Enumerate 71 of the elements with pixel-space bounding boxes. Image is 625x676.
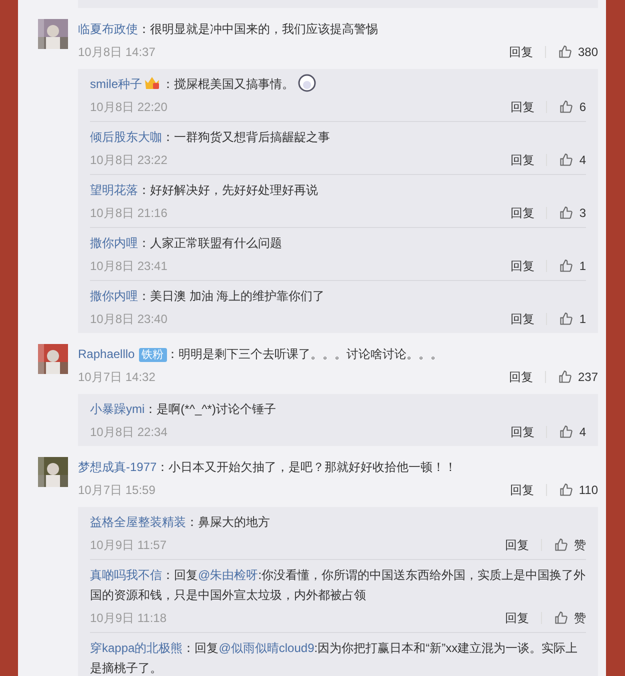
timestamp: 10月7日 14:32 bbox=[78, 369, 156, 386]
like-count[interactable]: 赞 bbox=[574, 608, 586, 628]
timestamp: 10月8日 23:41 bbox=[90, 258, 168, 275]
reply-link[interactable]: 回复 bbox=[510, 150, 534, 170]
like-count[interactable]: 1 bbox=[579, 309, 586, 329]
comment-text: 穿kappa的北极熊：回复@似雨似晴cloud9:因为你把打赢日本和“新”xx建立混为一谈。实际上是摘桃子了。 bbox=[90, 640, 579, 676]
username[interactable]: 撒你内哩 bbox=[90, 236, 138, 250]
username[interactable]: Raphaelllo bbox=[78, 347, 135, 361]
like-count[interactable]: 6 bbox=[579, 97, 586, 117]
fan-badge: 铁粉 bbox=[138, 348, 167, 362]
comment-text: 益格全屋整装精装：鼻屎大的地方 bbox=[90, 514, 271, 531]
thumbs-up-icon[interactable] bbox=[558, 483, 573, 497]
thumbs-up-icon[interactable] bbox=[554, 611, 568, 625]
comment-text: 梦想成真-1977：小日本又开始欠抽了，是吧？那就好好收拾他一顿！！ bbox=[78, 459, 458, 476]
username[interactable]: 临夏布政使 bbox=[78, 22, 138, 36]
username[interactable]: 真啲吗我不信 bbox=[90, 568, 162, 582]
like-count[interactable]: 4 bbox=[579, 422, 586, 442]
thumbs-up-icon[interactable] bbox=[558, 370, 572, 384]
mention-link[interactable]: @似雨似晴cloud9 bbox=[218, 641, 314, 655]
reply-link[interactable]: 回复 bbox=[505, 535, 529, 555]
comment-text: 临夏布政使：很明显就是冲中国来的，我们应该提高警惕 bbox=[78, 21, 379, 38]
timestamp: 10月8日 22:34 bbox=[90, 424, 168, 441]
timestamp: 10月7日 15:59 bbox=[78, 482, 156, 499]
thumbs-up-icon[interactable] bbox=[559, 153, 574, 167]
thumbs-up-icon[interactable] bbox=[559, 312, 574, 326]
like-count[interactable]: 3 bbox=[579, 203, 586, 223]
reply-link[interactable]: 回复 bbox=[510, 97, 534, 117]
thumbs-up-icon[interactable] bbox=[559, 259, 574, 273]
reply-link[interactable]: 回复 bbox=[510, 256, 534, 276]
comment-text: 倾后股东大咖：一群狗货又想背后搞龌龊之事 bbox=[90, 129, 331, 146]
comment-text: 撒你内哩：美日澳 加油 海上的维护靠你们了 bbox=[90, 288, 326, 305]
username[interactable]: 益格全屋整装精装 bbox=[90, 515, 186, 529]
username[interactable]: 穿kappa的北极熊 bbox=[90, 641, 183, 655]
timestamp: 10月9日 11:18 bbox=[90, 610, 168, 627]
username[interactable]: 撒你内哩 bbox=[90, 289, 138, 303]
reply-link[interactable]: 回复 bbox=[505, 608, 529, 628]
timestamp: 10月8日 23:22 bbox=[90, 152, 168, 169]
mention-link[interactable]: @朱由检呀 bbox=[198, 568, 258, 582]
like-count[interactable]: 110 bbox=[578, 480, 598, 500]
like-count[interactable]: 4 bbox=[579, 150, 586, 170]
username[interactable]: 望明花落 bbox=[90, 183, 138, 197]
timestamp: 10月8日 14:37 bbox=[78, 44, 156, 61]
like-count[interactable]: 1 bbox=[579, 256, 586, 276]
comment-text: 真啲吗我不信：回复@朱由检呀:你没看懂，你所谓的中国送东西给外国，实质上是中国换了外国的资源和钱，只是中国外宣太垃圾，内外都被占领 bbox=[90, 567, 586, 604]
like-count[interactable]: 237 bbox=[578, 367, 598, 387]
comment-text: Raphaelllo 铁粉 ：明明是剩下三个去听课了。。。讨论啥讨论。。。 bbox=[78, 346, 444, 364]
timestamp: 10月9日 11:57 bbox=[90, 537, 168, 554]
reply-link[interactable]: 回复 bbox=[510, 422, 534, 442]
like-count[interactable]: 赞 bbox=[574, 535, 586, 555]
reply-link[interactable]: 回复 bbox=[510, 309, 534, 329]
comment-text: smile种子 ：搅屎棍美国又搞事情。 bbox=[90, 74, 586, 94]
like-count[interactable]: 380 bbox=[578, 42, 598, 62]
reply-link[interactable]: 回复 bbox=[508, 367, 533, 387]
thumbs-up-icon[interactable] bbox=[554, 538, 568, 552]
username[interactable]: 倾后股东大咖 bbox=[90, 130, 162, 144]
thumbs-up-icon[interactable] bbox=[559, 206, 574, 220]
comment-text: 望明花落：好好解决好，先好好处理好再说 bbox=[90, 182, 319, 199]
username[interactable]: 小暴躁ymi bbox=[90, 402, 145, 416]
comment-text: 撒你内哩：人家正常联盟有什么问题 bbox=[90, 235, 283, 252]
reply-link[interactable]: 回复 bbox=[508, 42, 533, 62]
username[interactable]: smile种子 bbox=[90, 77, 142, 91]
timestamp: 10月8日 21:16 bbox=[90, 205, 168, 222]
reply-link[interactable]: 回复 bbox=[510, 480, 534, 500]
comment-text: 小暴躁ymi：是啊(*^_^*)讨论个锤子 bbox=[90, 401, 277, 418]
timestamp: 10月8日 22:20 bbox=[90, 99, 168, 116]
thumbs-up-icon[interactable] bbox=[559, 100, 574, 114]
thumbs-up-icon[interactable] bbox=[558, 45, 572, 59]
reply-link[interactable]: 回复 bbox=[510, 203, 534, 223]
username[interactable]: 梦想成真-1977 bbox=[78, 460, 157, 474]
timestamp: 10月8日 23:40 bbox=[90, 311, 168, 328]
thumbs-up-icon[interactable] bbox=[559, 425, 574, 439]
